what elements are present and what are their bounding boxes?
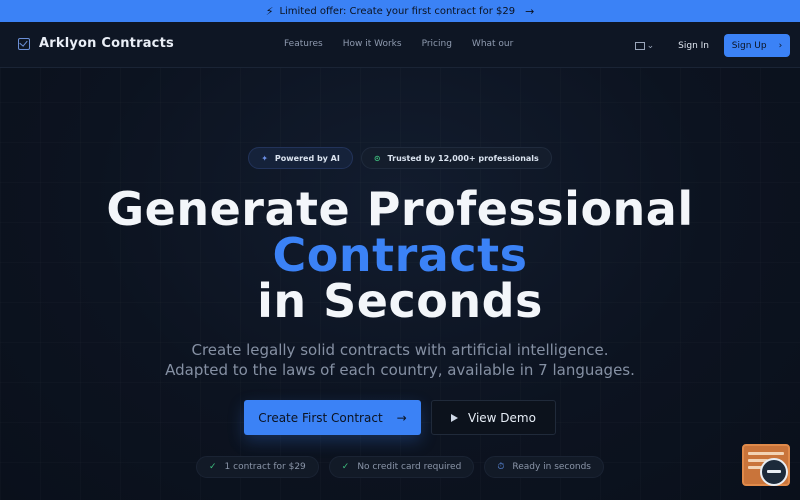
create-contract-button[interactable]: Create First Contract → <box>244 400 421 435</box>
nav-links: Features How it Works Pricing What our <box>284 39 513 49</box>
arrow-right-icon: → <box>525 4 535 18</box>
hero-line-3: in Seconds <box>257 274 543 328</box>
hero-subtitle-line-1: Create legally solid contracts with arti… <box>191 341 609 359</box>
top-navigation: Arklyon Contracts Features How it Works … <box>0 22 800 68</box>
hero-actions: Create First Contract → View Demo <box>0 400 800 435</box>
promo-text: Limited offer: Create your first contrac… <box>279 5 516 17</box>
ai-badge: ✦ Powered by AI <box>248 147 353 169</box>
language-selector[interactable]: ⌄ <box>634 40 655 51</box>
chat-bubble-icon[interactable] <box>760 458 788 486</box>
feature-pill: ✓ No credit card required <box>328 456 475 478</box>
hero-badges: ✦ Powered by AI ⊙ Trusted by 12,000+ pro… <box>0 147 800 169</box>
hero-line-1: Generate Professional <box>106 182 694 236</box>
chevron-down-icon: ⌄ <box>646 40 655 51</box>
view-demo-label: View Demo <box>468 410 536 425</box>
feature-label: Ready in seconds <box>512 462 591 472</box>
feature-pills: ✓ 1 contract for $29 ✓ No credit card re… <box>0 456 800 478</box>
sign-up-label: Sign Up <box>731 40 767 51</box>
bolt-icon: ⚡ <box>265 4 274 18</box>
play-icon <box>451 413 459 422</box>
feature-pill: ✓ 1 contract for $29 <box>195 456 319 478</box>
widget-bar <box>748 452 784 455</box>
promo-banner[interactable]: ⚡ Limited offer: Create your first contr… <box>0 0 800 22</box>
nav-link-features[interactable]: Features <box>284 39 323 49</box>
feature-pill: ⏱ Ready in seconds <box>484 456 604 478</box>
feature-label: 1 contract for $29 <box>224 462 306 472</box>
checkbox-icon <box>18 37 30 50</box>
nav-link-pricing[interactable]: Pricing <box>422 39 452 49</box>
arrow-right-icon: → <box>396 410 407 425</box>
sparkle-icon: ✦ <box>261 153 268 163</box>
check-icon: ✓ <box>341 462 350 472</box>
create-contract-label: Create First Contract <box>258 410 383 425</box>
trust-badge: ⊙ Trusted by 12,000+ professionals <box>360 147 552 169</box>
trust-badge-label: Trusted by 12,000+ professionals <box>387 153 539 163</box>
chevron-right-icon: › <box>778 40 783 51</box>
nav-link-testimonials[interactable]: What our <box>472 39 513 49</box>
sign-up-button[interactable]: Sign Up › <box>724 34 790 57</box>
hero-line-2: Contracts <box>272 228 528 282</box>
flag-icon <box>634 41 645 50</box>
check-circle-icon: ⊙ <box>373 153 381 163</box>
brand-logo[interactable]: Arklyon Contracts <box>18 36 174 51</box>
hero-subtitle-line-2: Adapted to the laws of each country, ava… <box>165 361 635 379</box>
brand-name: Arklyon Contracts <box>39 36 174 51</box>
check-icon: ✓ <box>208 462 217 472</box>
timer-icon: ⏱ <box>497 462 505 472</box>
ai-badge-label: Powered by AI <box>274 153 340 163</box>
nav-actions: ⌄ Sign In Sign Up › <box>634 34 790 57</box>
nav-link-how-it-works[interactable]: How it Works <box>343 39 402 49</box>
feature-label: No credit card required <box>357 462 462 472</box>
sign-in-link[interactable]: Sign In <box>678 41 709 51</box>
view-demo-button[interactable]: View Demo <box>431 400 556 435</box>
hero-subtitle: Create legally solid contracts with arti… <box>0 340 800 380</box>
hero-heading: Generate Professional Contracts in Secon… <box>0 186 800 324</box>
